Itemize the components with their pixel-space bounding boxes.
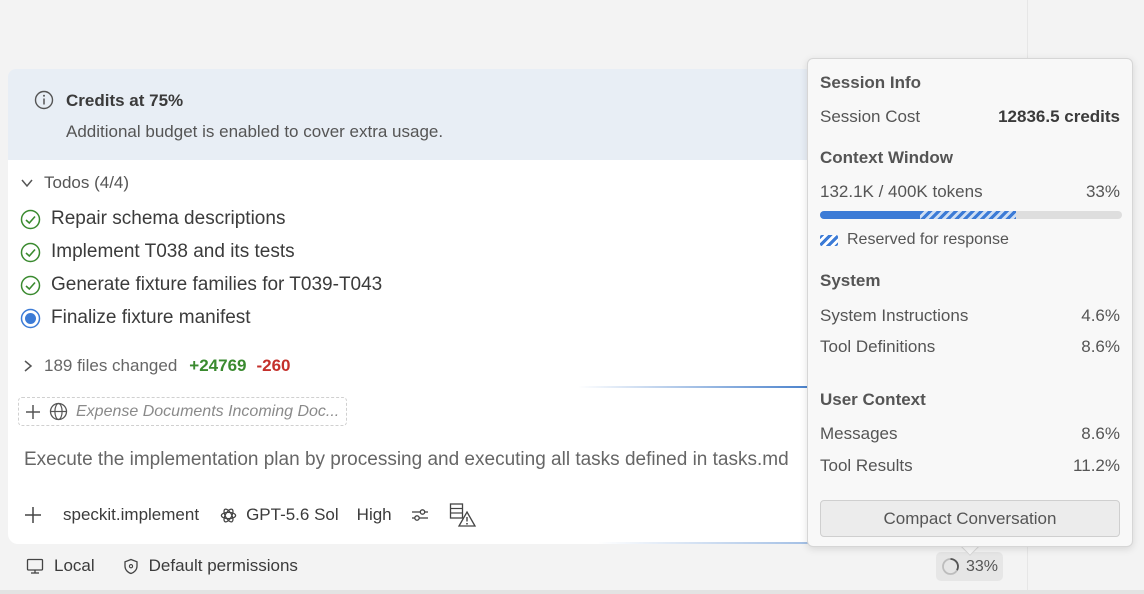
location-selector[interactable]: Local xyxy=(26,556,95,576)
lines-added: +24769 xyxy=(189,356,247,375)
reserved-legend: Reserved for response xyxy=(820,231,1009,249)
permissions-label: Default permissions xyxy=(148,556,298,575)
todo-label: Finalize fixture manifest xyxy=(51,307,251,328)
system-instructions-label: System Instructions xyxy=(820,306,969,325)
todo-label: Generate fixture families for T039-T043 xyxy=(51,274,383,295)
todo-item: Finalize fixture manifest xyxy=(20,307,251,329)
todo-item: Implement T038 and its tests xyxy=(20,241,295,263)
globe-icon[interactable] xyxy=(49,402,68,421)
model-picker[interactable]: GPT-5.6 Sol xyxy=(219,505,339,525)
system-instructions-value: 4.6% xyxy=(1081,306,1120,325)
tools-warning-icon xyxy=(449,503,476,527)
monitor-icon xyxy=(26,558,44,574)
lines-removed: -260 xyxy=(256,356,291,375)
context-window-heading: Context Window xyxy=(820,148,953,167)
tool-definitions-label: Tool Definitions xyxy=(820,337,936,356)
check-circle-icon xyxy=(20,209,41,229)
chat-panel: Todos (4/4) Repair schema descriptions I… xyxy=(8,160,828,544)
location-label: Local xyxy=(54,556,95,575)
session-info-heading: Session Info xyxy=(820,73,922,92)
prompt-input[interactable]: Execute the implementation plan by proce… xyxy=(24,449,789,471)
chevron-right-icon xyxy=(24,360,33,372)
todo-label: Repair schema descriptions xyxy=(51,208,286,229)
todo-item: Repair schema descriptions xyxy=(20,208,285,230)
tool-definitions-value: 8.6% xyxy=(1081,337,1120,356)
attachment-label: Expense Documents Incoming Doc... xyxy=(76,402,340,420)
session-cost-label: Session Cost xyxy=(820,107,921,126)
messages-row: Messages 8.6% xyxy=(820,424,1120,444)
add-context-button[interactable] xyxy=(24,506,42,524)
tokens-percent: 33% xyxy=(1085,182,1120,201)
command-picker[interactable]: speckit.implement xyxy=(63,505,199,525)
files-changed-toggle[interactable]: 189 files changed +24769 -260 xyxy=(22,356,291,376)
permissions-selector[interactable]: Default permissions xyxy=(123,556,298,576)
tool-results-label: Tool Results xyxy=(820,456,913,475)
command-label: speckit.implement xyxy=(63,505,200,524)
messages-label: Messages xyxy=(820,424,898,443)
files-changed-label: 189 files changed xyxy=(44,356,178,375)
tokens-label: 132.1K / 400K tokens xyxy=(820,182,983,201)
tools-warning-button[interactable] xyxy=(449,502,477,528)
todo-item: Generate fixture families for T039-T043 xyxy=(20,274,382,296)
check-circle-icon xyxy=(20,242,41,262)
session-cost-row: Session Cost 12836.5 credits xyxy=(820,107,1120,127)
reserved-label: Reserved for response xyxy=(847,231,1009,248)
composer-toolbar: speckit.implement GPT-5.6 Sol High xyxy=(24,502,477,528)
credits-banner: Credits at 75% Additional budget is enab… xyxy=(8,69,828,161)
model-logo-icon xyxy=(220,508,237,522)
info-icon xyxy=(34,90,54,110)
context-attachment[interactable]: Expense Documents Incoming Doc... xyxy=(18,397,347,426)
compact-conversation-button[interactable]: Compact Conversation xyxy=(820,500,1120,537)
plus-icon[interactable] xyxy=(25,404,41,420)
context-percent: 33% xyxy=(965,557,999,575)
check-circle-icon xyxy=(20,275,41,295)
messages-value: 8.6% xyxy=(1081,424,1120,443)
effort-picker[interactable]: High xyxy=(357,505,392,525)
reserved-swatch xyxy=(820,234,838,246)
tool-results-row: Tool Results 11.2% xyxy=(820,456,1120,476)
tool-results-value: 11.2% xyxy=(1073,456,1120,475)
status-bar: Local Default permissions xyxy=(26,556,298,576)
banner-subtitle: Additional budget is enabled to cover ex… xyxy=(66,122,444,141)
plus-icon xyxy=(25,507,41,523)
context-ring-icon xyxy=(942,558,959,575)
banner-title: Credits at 75% xyxy=(66,91,184,110)
todos-header-label: Todos (4/4) xyxy=(44,173,130,192)
tokens-row: 132.1K / 400K tokens 33% xyxy=(820,182,1120,202)
window-bottom-edge xyxy=(0,590,1144,594)
shield-icon xyxy=(123,558,138,574)
todo-label: Implement T038 and its tests xyxy=(51,241,295,262)
user-context-heading: User Context xyxy=(820,390,926,409)
settings-sliders-button[interactable] xyxy=(411,506,429,524)
sliders-icon xyxy=(411,509,428,521)
system-heading: System xyxy=(820,271,881,290)
context-reserved-fill xyxy=(919,211,1017,219)
model-label: GPT-5.6 Sol xyxy=(246,505,339,524)
context-usage-popup: Session Info Session Cost 12836.5 credit… xyxy=(807,58,1133,547)
effort-label: High xyxy=(356,505,392,524)
chevron-down-icon xyxy=(21,179,33,188)
todos-toggle[interactable]: Todos (4/4) xyxy=(20,173,129,193)
context-usage-bar xyxy=(820,211,1122,219)
activity-indicator xyxy=(598,542,828,544)
activity-indicator xyxy=(578,386,828,388)
in-progress-radio-icon xyxy=(20,308,41,328)
context-used-fill xyxy=(820,211,920,219)
session-cost-value: 12836.5 credits xyxy=(998,107,1120,126)
system-instructions-row: System Instructions 4.6% xyxy=(820,306,1120,326)
tool-definitions-row: Tool Definitions 8.6% xyxy=(820,337,1120,357)
